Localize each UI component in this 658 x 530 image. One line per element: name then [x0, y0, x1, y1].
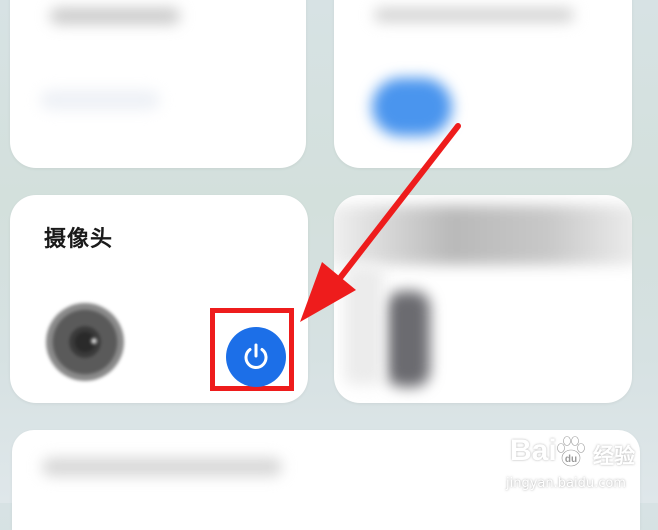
- svg-text:du: du: [565, 454, 577, 465]
- blurred-text: [40, 90, 160, 110]
- camera-power-button[interactable]: [226, 327, 286, 387]
- blurred-preview-shade: [344, 265, 384, 385]
- baidu-watermark: Bai du 经验 jingyan.baidu.com: [488, 432, 658, 503]
- blurred-card-top-right[interactable]: [334, 0, 632, 168]
- power-icon: [244, 343, 268, 369]
- baidu-paw-icon: du: [557, 436, 585, 467]
- watermark-brand: Bai: [510, 434, 557, 467]
- lens-reflection: [91, 338, 97, 344]
- camera-lens-icon: [46, 303, 124, 381]
- camera-preview-card[interactable]: [334, 195, 632, 403]
- camera-card-title: 摄像头: [44, 227, 114, 252]
- blurred-card-top-left[interactable]: [10, 0, 306, 168]
- blurred-text: [42, 458, 282, 476]
- blurred-preview-figure: [386, 291, 430, 387]
- blurred-text: [374, 8, 574, 22]
- watermark-brand-suffix: 经验: [593, 444, 635, 468]
- watermark-url: jingyan.baidu.com: [506, 476, 626, 491]
- blurred-blue-icon: [372, 78, 452, 136]
- blurred-text: [50, 8, 180, 24]
- blurred-preview-top: [334, 205, 632, 265]
